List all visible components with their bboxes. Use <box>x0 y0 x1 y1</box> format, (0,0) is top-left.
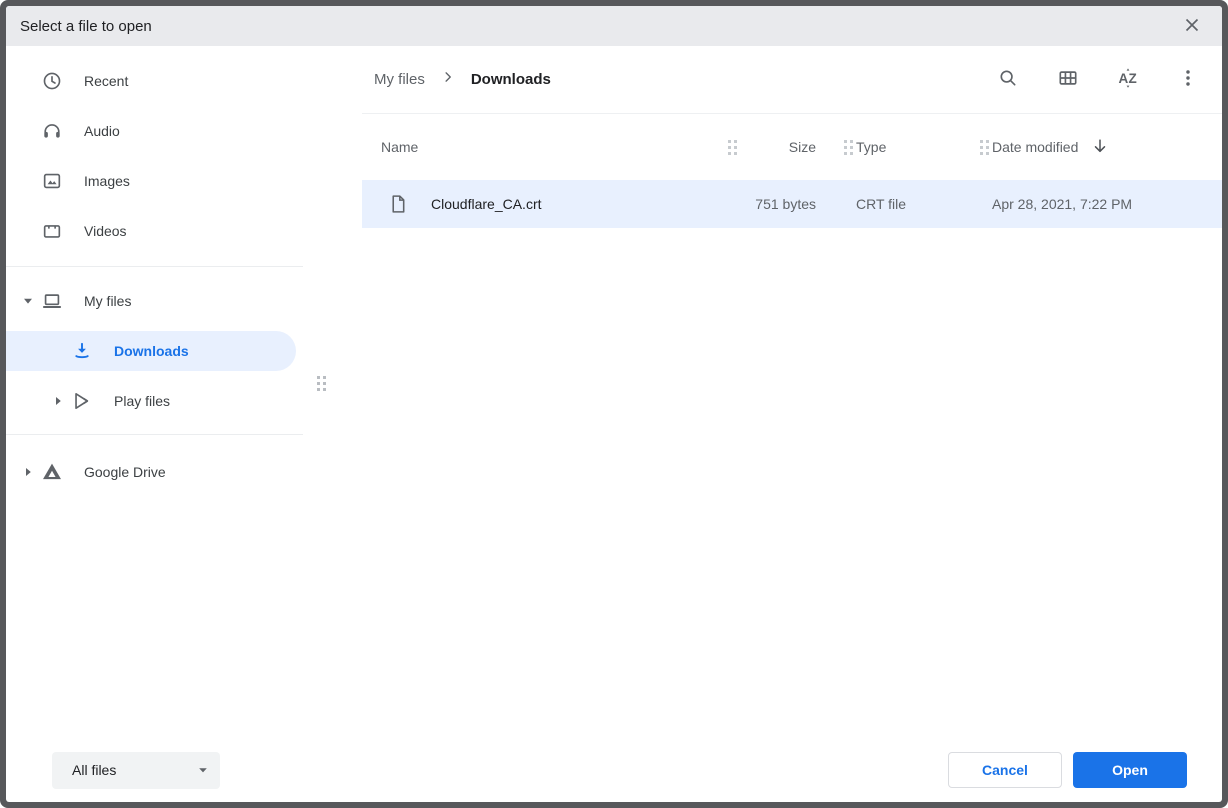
file-date-modified: Apr 28, 2021, 7:22 PM <box>992 196 1222 212</box>
image-icon <box>40 169 64 193</box>
sidebar-item-label: Audio <box>84 123 120 139</box>
sidebar-separator <box>6 434 303 435</box>
file-icon <box>387 193 409 215</box>
sidebar-item-label: Videos <box>84 223 127 239</box>
sort-az-icon: AZ <box>1116 66 1140 93</box>
table-row[interactable]: Cloudflare_CA.crt 751 bytes CRT file Apr… <box>362 180 1222 228</box>
sidebar-item-downloads[interactable]: Downloads <box>6 331 296 371</box>
file-list-panel: My files Downloads <box>362 46 1222 732</box>
column-header-name[interactable]: Name <box>381 139 724 155</box>
sort-descending-arrow-icon <box>1090 136 1110 159</box>
sidebar-item-label: My files <box>84 293 131 309</box>
file-name-cell: Cloudflare_CA.crt <box>381 193 724 215</box>
open-button[interactable]: Open <box>1073 752 1187 788</box>
column-resize-handle[interactable] <box>980 140 989 155</box>
dialog-title: Select a file to open <box>20 18 152 35</box>
titlebar: Select a file to open <box>6 6 1222 46</box>
file-type-filter-value: All files <box>72 762 116 778</box>
column-resize-handle[interactable] <box>728 140 737 155</box>
download-icon <box>70 339 94 363</box>
column-header-date-modified[interactable]: Date modified <box>992 136 1222 159</box>
sidebar-item-images[interactable]: Images <box>6 156 303 206</box>
file-size: 751 bytes <box>740 196 840 212</box>
main-toolbar: My files Downloads <box>362 46 1222 113</box>
clock-icon <box>40 69 64 93</box>
more-menu-button[interactable] <box>1170 62 1206 98</box>
sort-button[interactable]: AZ <box>1110 62 1146 98</box>
play-store-icon <box>70 389 94 413</box>
sidebar-item-label: Recent <box>84 73 128 89</box>
breadcrumb: My files Downloads <box>374 68 551 91</box>
sidebar-item-videos[interactable]: Videos <box>6 206 303 256</box>
more-menu-icon <box>1177 67 1199 92</box>
file-name: Cloudflare_CA.crt <box>431 196 542 212</box>
file-type: CRT file <box>856 196 976 212</box>
column-header-label: Date modified <box>992 139 1078 155</box>
chevron-right-icon <box>439 68 457 91</box>
table-header: Name Size Type Date modified <box>362 114 1222 180</box>
sidebar-item-play-files[interactable]: Play files <box>6 376 303 426</box>
column-header-type[interactable]: Type <box>856 139 976 155</box>
cancel-button[interactable]: Cancel <box>948 752 1062 788</box>
column-header-size[interactable]: Size <box>740 139 840 155</box>
grid-view-icon <box>1057 67 1079 92</box>
laptop-icon <box>40 289 64 313</box>
sidebar-item-label: Images <box>84 173 130 189</box>
sidebar-item-my-files[interactable]: My files <box>6 276 303 326</box>
dialog-content: Recent Audio Images <box>6 46 1222 732</box>
sidebar-item-label: Play files <box>114 393 170 409</box>
column-resize-handle[interactable] <box>844 140 853 155</box>
video-icon <box>40 219 64 243</box>
search-icon <box>997 67 1019 92</box>
toolbar-buttons: AZ <box>990 62 1206 98</box>
close-icon <box>1184 17 1200 36</box>
chevron-down-icon[interactable] <box>20 293 36 309</box>
sidebar: Recent Audio Images <box>6 46 303 732</box>
close-button[interactable] <box>1178 12 1206 40</box>
breadcrumb-current[interactable]: Downloads <box>471 71 551 88</box>
sidebar-item-recent[interactable]: Recent <box>6 56 303 106</box>
sidebar-item-audio[interactable]: Audio <box>6 106 303 156</box>
sidebar-item-label: Google Drive <box>84 464 166 480</box>
empty-file-area <box>362 228 1222 732</box>
chevron-right-icon[interactable] <box>50 393 66 409</box>
headphones-icon <box>40 119 64 143</box>
chevron-right-icon[interactable] <box>20 464 36 480</box>
sidebar-separator <box>6 266 303 267</box>
breadcrumb-parent[interactable]: My files <box>374 71 425 88</box>
dialog-frame: Select a file to open Recent <box>0 0 1228 808</box>
dropdown-caret-icon <box>198 762 208 778</box>
search-button[interactable] <box>990 62 1026 98</box>
svg-text:Z: Z <box>1129 71 1137 86</box>
svg-text:A: A <box>1119 71 1129 86</box>
action-buttons: Cancel Open <box>948 752 1187 788</box>
file-type-filter-select[interactable]: All files <box>52 752 220 789</box>
file-picker-dialog: Select a file to open Recent <box>6 6 1222 802</box>
dialog-footer: All files Cancel Open <box>6 732 1222 802</box>
sidebar-item-google-drive[interactable]: Google Drive <box>6 447 303 497</box>
grid-view-button[interactable] <box>1050 62 1086 98</box>
google-drive-icon <box>40 460 64 484</box>
panel-resize-handle[interactable] <box>317 376 326 391</box>
sidebar-item-label: Downloads <box>114 343 189 359</box>
